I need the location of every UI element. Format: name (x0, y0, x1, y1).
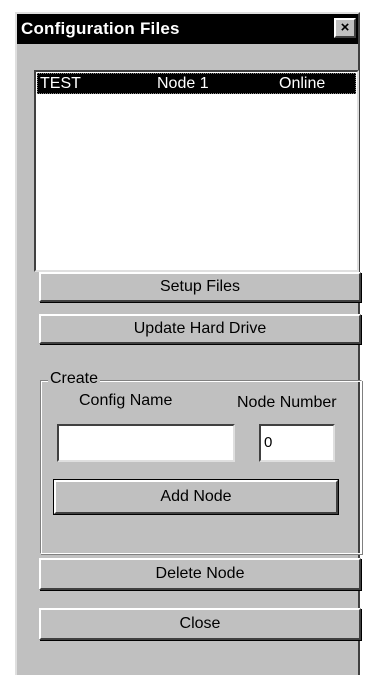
config-name-input[interactable] (57, 424, 235, 462)
config-name-cell: TEST (40, 75, 81, 92)
list-item[interactable]: TEST Node 1 Online (37, 73, 356, 94)
setup-files-button[interactable]: Setup Files (39, 272, 361, 302)
window-title: Configuration Files (21, 19, 180, 38)
update-hard-drive-button[interactable]: Update Hard Drive (39, 314, 361, 344)
node-number-label: Node Number (237, 394, 337, 411)
create-group-label: Create (48, 370, 101, 388)
add-node-button[interactable]: Add Node (53, 479, 339, 515)
close-icon: × (340, 19, 350, 36)
title-bar[interactable]: Configuration Files × (17, 14, 358, 44)
config-name-label: Config Name (79, 392, 173, 409)
close-window-button[interactable]: × (334, 18, 356, 38)
configuration-files-dialog: Configuration Files × TEST Node 1 Online… (15, 12, 362, 675)
node-number-input[interactable] (259, 424, 335, 462)
status-cell: Online (279, 75, 326, 92)
close-button[interactable]: Close (39, 608, 361, 640)
delete-node-button[interactable]: Delete Node (39, 558, 361, 590)
node-list[interactable]: TEST Node 1 Online (34, 70, 359, 272)
node-cell: Node 1 (157, 75, 209, 92)
